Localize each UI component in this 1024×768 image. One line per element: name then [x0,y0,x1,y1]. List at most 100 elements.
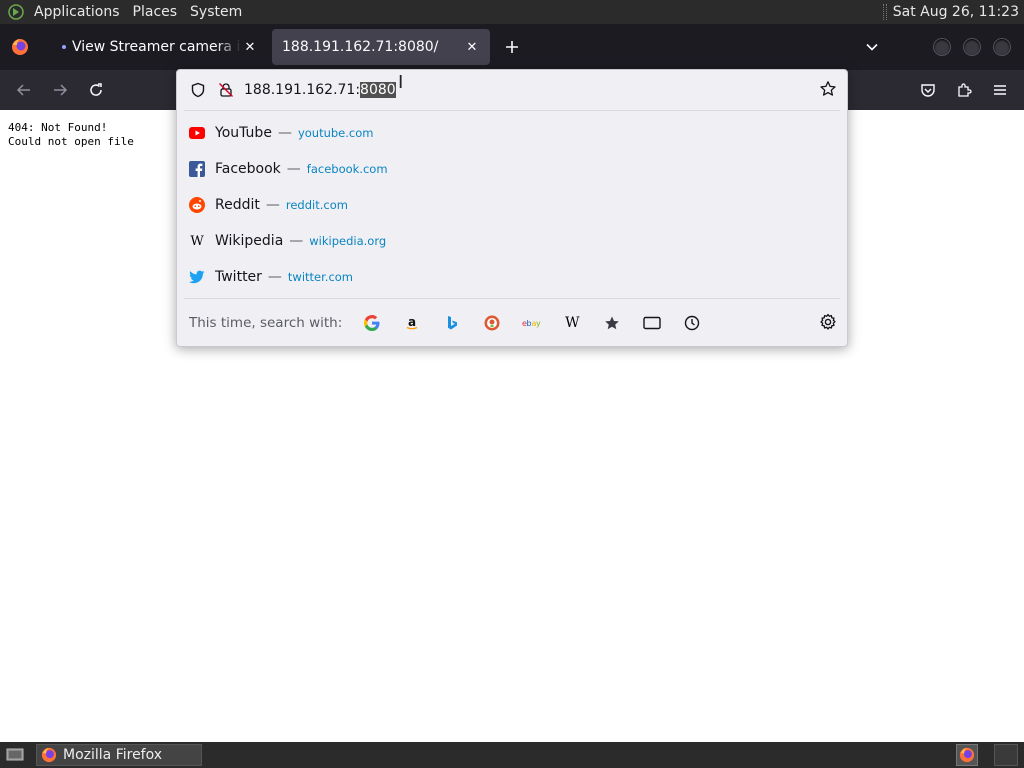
applications-menu[interactable]: Applications [30,4,129,20]
tab-close-icon[interactable]: ✕ [464,39,480,55]
taskbar-window-title: Mozilla Firefox [63,747,163,763]
twitter-icon [189,269,205,285]
separator-dash: — [289,233,304,249]
new-tab-button[interactable] [496,31,528,63]
reload-icon [90,83,102,96]
youtube-icon [189,125,205,141]
url-input[interactable]: 188.191.162.71:8080 I [177,70,847,110]
plus-icon [506,41,518,53]
close-window-button[interactable] [994,39,1010,55]
desktop-icon [6,748,24,761]
top-panel: Applications Places System Sat Aug 26, 1… [0,0,1024,24]
separator-dash: — [265,197,280,213]
svg-text:a: a [408,315,416,329]
puzzle-icon [958,83,972,97]
firefox-view-button[interactable] [0,24,40,70]
suggestion-title: YouTube [215,125,272,141]
firefox-icon [12,39,28,55]
insecure-lock-icon [219,83,233,97]
shield-icon [191,82,205,98]
divider [184,298,840,299]
suggestion-title: Reddit [215,197,260,213]
forward-button[interactable] [44,74,76,106]
reddit-icon [189,197,205,213]
suggestion-title: Facebook [215,161,281,177]
tab-close-icon[interactable]: ✕ [242,39,258,55]
suggestion-url: wikipedia.org [309,234,387,248]
suggestion-wikipedia[interactable]: W Wikipedia — wikipedia.org [177,223,847,259]
url-text-selected: 8080 [360,82,396,98]
wikipedia-icon[interactable]: W [556,309,588,337]
minimize-button[interactable] [934,39,950,55]
taskbar-firefox-window[interactable]: Mozilla Firefox [36,744,202,766]
divider [184,110,840,111]
chevron-down-icon [866,43,878,51]
suggestion-reddit[interactable]: Reddit — reddit.com [177,187,847,223]
wikipedia-icon: W [190,233,204,249]
clock[interactable]: Sat Aug 26, 11:23 [893,4,1024,20]
app-menu-button[interactable] [984,74,1016,106]
system-menu[interactable]: System [186,4,251,20]
urlbar-popup: 188.191.162.71:8080 I YouTube — youtube.… [176,69,848,347]
amazon-icon[interactable]: a [396,309,428,337]
separator-dash: — [286,161,301,177]
tab-view-streamer[interactable]: View Streamer camera in Ru ✕ [52,29,268,65]
tracking-protection-button[interactable] [188,80,208,100]
history-icon[interactable] [676,309,708,337]
pocket-button[interactable] [912,74,944,106]
text-cursor-icon: I [398,72,404,93]
bookmarks-icon[interactable] [596,309,628,337]
extensions-button[interactable] [948,74,980,106]
separator-dash: — [267,269,282,285]
list-all-tabs-button[interactable] [856,31,888,63]
gear-icon [820,313,836,330]
duckduckgo-icon[interactable] [476,309,508,337]
url-text[interactable]: 188.191.162.71:8080 [244,82,396,98]
suggestions-list: YouTube — youtube.com Facebook — faceboo… [177,115,847,295]
maximize-button[interactable] [964,39,980,55]
hamburger-icon [994,85,1006,95]
firefox-icon [41,747,57,763]
site-identity-button[interactable] [216,80,236,100]
suggestion-facebook[interactable]: Facebook — facebook.com [177,151,847,187]
suggestion-title: Twitter [215,269,262,285]
google-icon[interactable] [356,309,388,337]
firefox-icon [959,747,975,763]
suggestion-url: reddit.com [285,198,348,212]
back-button[interactable] [8,74,40,106]
back-arrow-icon [16,84,30,96]
suggestion-youtube[interactable]: YouTube — youtube.com [177,115,847,151]
tab-dot-icon [62,45,66,49]
tray-firefox-button[interactable] [956,744,978,766]
pocket-icon [921,84,935,97]
tab-current[interactable]: 188.191.162.71:8080/ ✕ [272,29,490,65]
ebay-icon[interactable]: e b a y [516,309,548,337]
tabs-icon[interactable] [636,309,668,337]
suggestion-title: Wikipedia [215,233,284,249]
suggestion-url: twitter.com [287,270,354,284]
separator-dash: — [277,125,292,141]
tab-title: 188.191.162.71:8080/ [282,39,439,55]
suggestion-url: facebook.com [306,162,388,176]
panel-separator [882,4,887,20]
distro-logo-icon[interactable] [8,4,24,20]
url-text-unselected: 188.191.162.71: [244,82,361,98]
facebook-icon [189,161,205,177]
svg-text:y: y [536,319,541,328]
workspace-switcher[interactable] [994,744,1018,766]
bing-icon[interactable] [436,309,468,337]
tab-strip: View Streamer camera in Ru ✕ 188.191.162… [0,24,1024,70]
search-settings-button[interactable] [819,313,837,335]
search-with-label: This time, search with: [189,315,343,331]
places-menu[interactable]: Places [129,4,187,20]
bookmark-star-button[interactable] [819,80,837,102]
forward-arrow-icon [54,84,68,96]
show-desktop-button[interactable] [4,745,26,765]
star-icon [820,81,836,96]
reload-button[interactable] [80,74,112,106]
suggestion-twitter[interactable]: Twitter — twitter.com [177,259,847,295]
suggestion-url: youtube.com [297,126,374,140]
tab-title: View Streamer camera in Ru [72,39,242,55]
search-engine-row: This time, search with: a e b a y W [177,306,847,340]
bottom-panel: Mozilla Firefox [0,742,1024,768]
